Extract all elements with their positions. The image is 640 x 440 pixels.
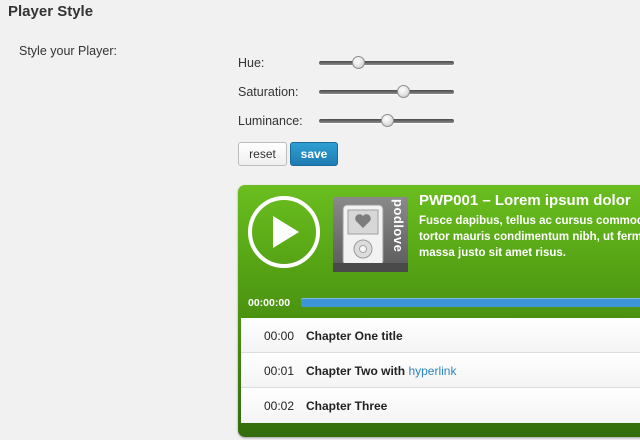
- saturation-label: Saturation:: [238, 85, 299, 99]
- hue-label: Hue:: [238, 56, 265, 70]
- chapter-row[interactable]: 00:00 Chapter One title: [241, 318, 640, 353]
- chapter-time: 00:00: [264, 329, 295, 343]
- luminance-label: Luminance:: [238, 114, 303, 128]
- episode-title: PWP001 – Lorem ipsum dolor: [419, 192, 631, 209]
- saturation-slider-handle[interactable]: [396, 85, 410, 98]
- chapter-title: Chapter Two with hyperlink: [306, 364, 457, 378]
- section-title: Player Style: [8, 3, 94, 20]
- chapter-row[interactable]: 00:01 Chapter Two with hyperlink: [241, 353, 640, 388]
- chapter-time: 00:01: [264, 364, 295, 378]
- save-button[interactable]: save: [290, 142, 338, 166]
- podcast-player-preview: podlove PWP001 – Lorem ipsum dolor Fusce…: [238, 185, 640, 437]
- saturation-slider-row: Saturation:: [238, 82, 468, 102]
- luminance-slider[interactable]: [319, 114, 454, 127]
- luminance-slider-handle[interactable]: [380, 114, 394, 127]
- episode-subtitle: Fusce dapibus, tellus ac cursus commodo,…: [419, 215, 640, 259]
- player-style-settings: Player Style Style your Player: Hue: Sat…: [0, 0, 640, 440]
- play-icon: [273, 216, 299, 248]
- hue-slider[interactable]: [319, 56, 454, 69]
- chapter-title: Chapter Three: [306, 399, 388, 413]
- episode-cover-art: podlove: [333, 197, 408, 272]
- chapter-title: Chapter One title: [306, 329, 403, 343]
- hue-slider-handle[interactable]: [352, 56, 366, 69]
- cover-brand-text: podlove: [391, 199, 406, 253]
- chapter-time: 00:02: [264, 399, 295, 413]
- chapter-hyperlink[interactable]: hyperlink: [408, 364, 456, 378]
- chapter-row[interactable]: 00:02 Chapter Three: [241, 388, 640, 423]
- chapter-list: 00:00 Chapter One title 00:01 Chapter Tw…: [241, 318, 640, 423]
- style-player-label: Style your Player:: [19, 44, 117, 58]
- luminance-slider-row: Luminance:: [238, 111, 468, 131]
- reset-button[interactable]: reset: [238, 142, 287, 166]
- hue-slider-row: Hue:: [238, 53, 468, 73]
- saturation-slider[interactable]: [319, 85, 454, 98]
- play-button[interactable]: [248, 196, 320, 268]
- progress-bar[interactable]: [301, 298, 640, 307]
- time-display: 00:00:00: [248, 297, 291, 309]
